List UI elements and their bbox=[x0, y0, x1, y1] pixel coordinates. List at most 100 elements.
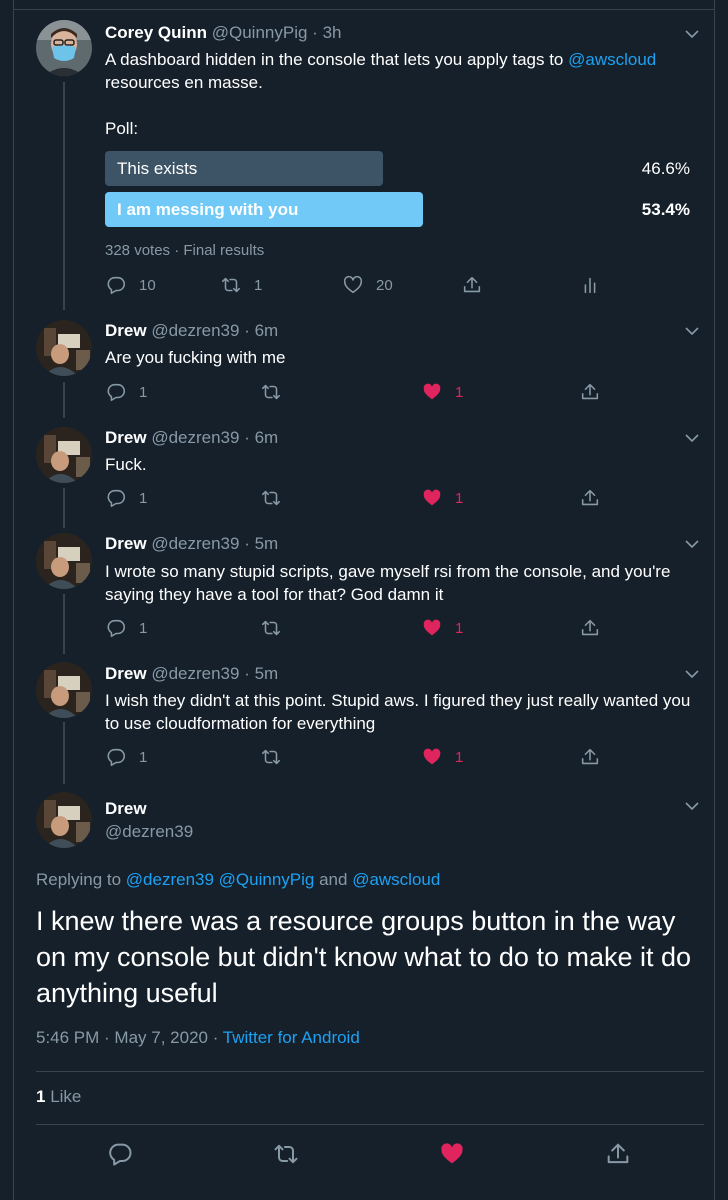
tweet-timestamp: 5:46 PM · May 7, 2020 · Twitter for Andr… bbox=[36, 1028, 360, 1047]
reply-button[interactable]: 1 bbox=[105, 745, 147, 769]
author-handle[interactable]: @dezren39 bbox=[105, 821, 193, 843]
avatar[interactable] bbox=[36, 20, 92, 76]
poll-option-winner: I am messing with you 53.4% bbox=[105, 192, 690, 227]
author-name[interactable]: Corey Quinn bbox=[105, 23, 207, 42]
author-handle[interactable]: @QuinnyPig bbox=[212, 23, 308, 42]
share-button[interactable] bbox=[461, 273, 483, 297]
tweet-time[interactable]: 6m bbox=[255, 321, 279, 340]
heart-filled-icon bbox=[423, 619, 441, 636]
chevron-down-icon[interactable] bbox=[683, 322, 701, 340]
person-room-avatar-icon bbox=[36, 427, 92, 483]
retweet-button[interactable]: 1 bbox=[220, 273, 262, 297]
share-button[interactable] bbox=[579, 486, 601, 510]
avatar[interactable] bbox=[36, 792, 92, 848]
avatar[interactable] bbox=[36, 427, 92, 483]
chevron-down-icon[interactable] bbox=[683, 665, 701, 683]
tweet-time[interactable]: 6m bbox=[255, 428, 279, 447]
reply-button[interactable]: 1 bbox=[105, 380, 147, 404]
heart-filled-icon[interactable] bbox=[438, 1140, 466, 1168]
tweet-actions: 1 1 bbox=[105, 380, 615, 404]
poll-results: 328 votes · Final results bbox=[105, 242, 265, 259]
mention-link[interactable]: @awscloud bbox=[568, 50, 656, 69]
person-room-avatar-icon bbox=[36, 533, 92, 589]
tweet-text: A dashboard hidden in the console that l… bbox=[105, 50, 657, 92]
author-name[interactable]: Drew bbox=[105, 428, 147, 447]
person-room-avatar-icon bbox=[36, 792, 92, 848]
like-button[interactable]: 1 bbox=[421, 745, 463, 769]
poll-option-percent: 53.4% bbox=[641, 200, 690, 219]
author-name[interactable]: Drew bbox=[105, 664, 147, 683]
person-mask-avatar-icon bbox=[36, 20, 92, 76]
like-button[interactable]: 1 bbox=[421, 380, 463, 404]
tweet-source-link[interactable]: Twitter for Android bbox=[223, 1028, 360, 1047]
author-handle[interactable]: @dezren39 bbox=[151, 664, 239, 683]
divider bbox=[13, 9, 715, 10]
chevron-down-icon[interactable] bbox=[683, 535, 701, 553]
chevron-down-icon[interactable] bbox=[683, 25, 701, 43]
thread-line bbox=[63, 488, 65, 528]
tweet-time[interactable]: 3h bbox=[323, 23, 342, 42]
retweet-button[interactable] bbox=[260, 616, 282, 640]
retweet-button[interactable] bbox=[260, 380, 282, 404]
share-button[interactable] bbox=[579, 380, 601, 404]
analytics-icon bbox=[584, 277, 596, 294]
author-name[interactable]: Drew bbox=[105, 798, 147, 820]
divider bbox=[36, 1071, 704, 1072]
replying-to: Replying to @dezren39 @QuinnyPig and @aw… bbox=[36, 870, 441, 889]
author-handle[interactable]: @dezren39 bbox=[151, 428, 239, 447]
heart-filled-icon bbox=[423, 748, 441, 765]
tweet-header: Drew @dezren39 · 6m bbox=[105, 321, 279, 340]
mention-link[interactable]: @QuinnyPig bbox=[219, 870, 315, 889]
share-button[interactable] bbox=[579, 616, 601, 640]
share-icon bbox=[463, 276, 481, 293]
poll-option-label: I am messing with you bbox=[117, 200, 299, 219]
chevron-down-icon[interactable] bbox=[683, 429, 701, 447]
thread-line bbox=[63, 82, 65, 310]
thread-line bbox=[63, 722, 65, 784]
person-room-avatar-icon bbox=[36, 320, 92, 376]
share-icon bbox=[581, 619, 599, 636]
reply-button[interactable]: 1 bbox=[105, 616, 147, 640]
tweet-actions: 1 1 bbox=[105, 486, 615, 510]
avatar[interactable] bbox=[36, 320, 92, 376]
avatar[interactable] bbox=[36, 662, 92, 718]
reply-button[interactable]: 1 bbox=[105, 486, 147, 510]
tweet-header: Drew @dezren39 · 5m bbox=[105, 664, 279, 683]
retweet-icon bbox=[261, 749, 281, 765]
retweet-icon bbox=[261, 490, 281, 506]
tweet-header: Drew @dezren39 · 5m bbox=[105, 534, 279, 553]
retweet-button[interactable] bbox=[260, 745, 282, 769]
tweet-actions: 10 1 20 bbox=[105, 273, 615, 297]
mention-link[interactable]: @awscloud bbox=[352, 870, 440, 889]
like-button[interactable]: 20 bbox=[342, 273, 393, 297]
share-button[interactable] bbox=[579, 745, 601, 769]
reply-icon[interactable] bbox=[106, 1140, 134, 1168]
retweet-icon bbox=[261, 620, 281, 636]
poll-option: This exists 46.6% bbox=[105, 151, 690, 186]
retweet-icon[interactable] bbox=[272, 1140, 300, 1168]
analytics-button[interactable] bbox=[579, 273, 601, 297]
reply-icon bbox=[107, 489, 126, 508]
heart-filled-icon bbox=[423, 383, 441, 400]
like-button[interactable]: 1 bbox=[421, 616, 463, 640]
author-handle[interactable]: @dezren39 bbox=[151, 534, 239, 553]
mention-link[interactable]: @dezren39 bbox=[126, 870, 214, 889]
divider bbox=[36, 1124, 704, 1125]
author-handle[interactable]: @dezren39 bbox=[151, 321, 239, 340]
like-count[interactable]: 1 Like bbox=[36, 1087, 81, 1107]
tweet-text: Fuck. bbox=[105, 455, 147, 474]
share-icon[interactable] bbox=[604, 1140, 632, 1168]
reply-button[interactable]: 10 bbox=[105, 273, 156, 297]
tweet-time[interactable]: 5m bbox=[255, 664, 279, 683]
chevron-down-icon[interactable] bbox=[683, 797, 701, 815]
reply-icon bbox=[107, 383, 126, 402]
like-button[interactable]: 1 bbox=[421, 486, 463, 510]
tweet-time[interactable]: 5m bbox=[255, 534, 279, 553]
tweet-text: I knew there was a resource groups butto… bbox=[36, 906, 692, 1008]
tweet-header: Drew @dezren39 · 6m bbox=[105, 428, 279, 447]
avatar[interactable] bbox=[36, 533, 92, 589]
author-name[interactable]: Drew bbox=[105, 321, 147, 340]
share-icon bbox=[581, 383, 599, 400]
author-name[interactable]: Drew bbox=[105, 534, 147, 553]
retweet-button[interactable] bbox=[260, 486, 282, 510]
